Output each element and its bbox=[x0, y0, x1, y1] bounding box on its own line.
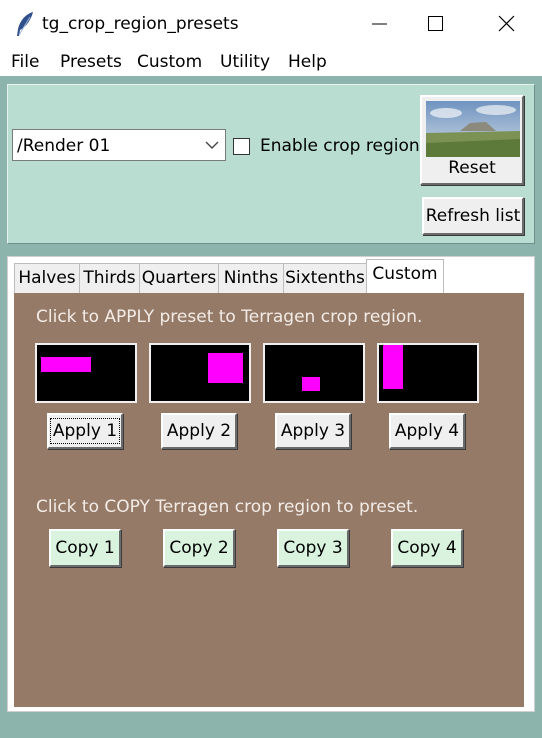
close-button[interactable] bbox=[484, 0, 530, 48]
enable-crop-checkbox[interactable] bbox=[233, 138, 250, 155]
maximize-icon bbox=[428, 16, 443, 31]
render-controls-panel: /Render 01 Enable crop region Reset Refr… bbox=[7, 84, 535, 244]
tab-thirds[interactable]: Thirds bbox=[79, 263, 140, 293]
custom-tab-panel: Click to APPLY preset to Terragen crop r… bbox=[14, 293, 524, 707]
reset-button[interactable]: Reset bbox=[420, 95, 524, 185]
menu-bar: File Presets Custom Utility Help bbox=[0, 48, 542, 76]
tab-custom[interactable]: Custom bbox=[366, 259, 444, 293]
apply-1-label: Apply 1 bbox=[49, 418, 121, 444]
copy-1-button[interactable]: Copy 1 bbox=[49, 529, 121, 567]
preset-notebook: Halves Thirds Quarters Ninths Sixtenths … bbox=[7, 256, 535, 712]
apply-caption: Click to APPLY preset to Terragen crop r… bbox=[36, 307, 423, 327]
apply-3-button[interactable]: Apply 3 bbox=[275, 413, 351, 449]
menu-utility[interactable]: Utility bbox=[220, 52, 270, 72]
preset-preview-1 bbox=[35, 343, 137, 403]
preset-region-1 bbox=[41, 357, 91, 372]
menu-file[interactable]: File bbox=[11, 52, 39, 72]
preset-region-3 bbox=[302, 377, 320, 391]
minimize-icon bbox=[372, 23, 387, 25]
window-title: tg_crop_region_presets bbox=[42, 14, 239, 34]
close-icon bbox=[498, 15, 515, 32]
preset-preview-3 bbox=[263, 343, 365, 403]
copy-2-button[interactable]: Copy 2 bbox=[163, 529, 235, 567]
preset-preview-4 bbox=[377, 343, 479, 403]
minimize-button[interactable] bbox=[357, 0, 403, 48]
menu-help[interactable]: Help bbox=[288, 52, 327, 72]
apply-1-button[interactable]: Apply 1 bbox=[47, 413, 123, 449]
menu-custom[interactable]: Custom bbox=[137, 52, 202, 72]
landscape-thumbnail bbox=[426, 101, 520, 157]
preset-region-4 bbox=[383, 345, 403, 389]
menu-presets[interactable]: Presets bbox=[60, 52, 122, 72]
copy-caption: Click to COPY Terragen crop region to pr… bbox=[36, 497, 419, 517]
chevron-down-icon bbox=[205, 141, 219, 149]
tab-quarters[interactable]: Quarters bbox=[139, 263, 219, 293]
feather-icon bbox=[17, 12, 33, 36]
main-frame: /Render 01 Enable crop region Reset Refr… bbox=[0, 76, 542, 738]
copy-4-button[interactable]: Copy 4 bbox=[391, 529, 463, 567]
preset-region-2 bbox=[208, 353, 243, 383]
render-select[interactable]: /Render 01 bbox=[12, 129, 226, 161]
tab-ninths[interactable]: Ninths bbox=[218, 263, 284, 293]
enable-crop-label: Enable crop region bbox=[260, 136, 420, 156]
render-select-value: /Render 01 bbox=[17, 136, 111, 156]
apply-2-button[interactable]: Apply 2 bbox=[161, 413, 237, 449]
maximize-button[interactable] bbox=[413, 0, 459, 48]
title-bar[interactable]: tg_crop_region_presets bbox=[0, 0, 542, 48]
preset-preview-2 bbox=[149, 343, 251, 403]
reset-label: Reset bbox=[448, 158, 496, 178]
tab-halves[interactable]: Halves bbox=[14, 263, 80, 293]
refresh-list-button[interactable]: Refresh list bbox=[422, 197, 524, 235]
tab-sixtenths[interactable]: Sixtenths bbox=[283, 263, 367, 293]
copy-3-button[interactable]: Copy 3 bbox=[277, 529, 349, 567]
apply-4-button[interactable]: Apply 4 bbox=[389, 413, 465, 449]
